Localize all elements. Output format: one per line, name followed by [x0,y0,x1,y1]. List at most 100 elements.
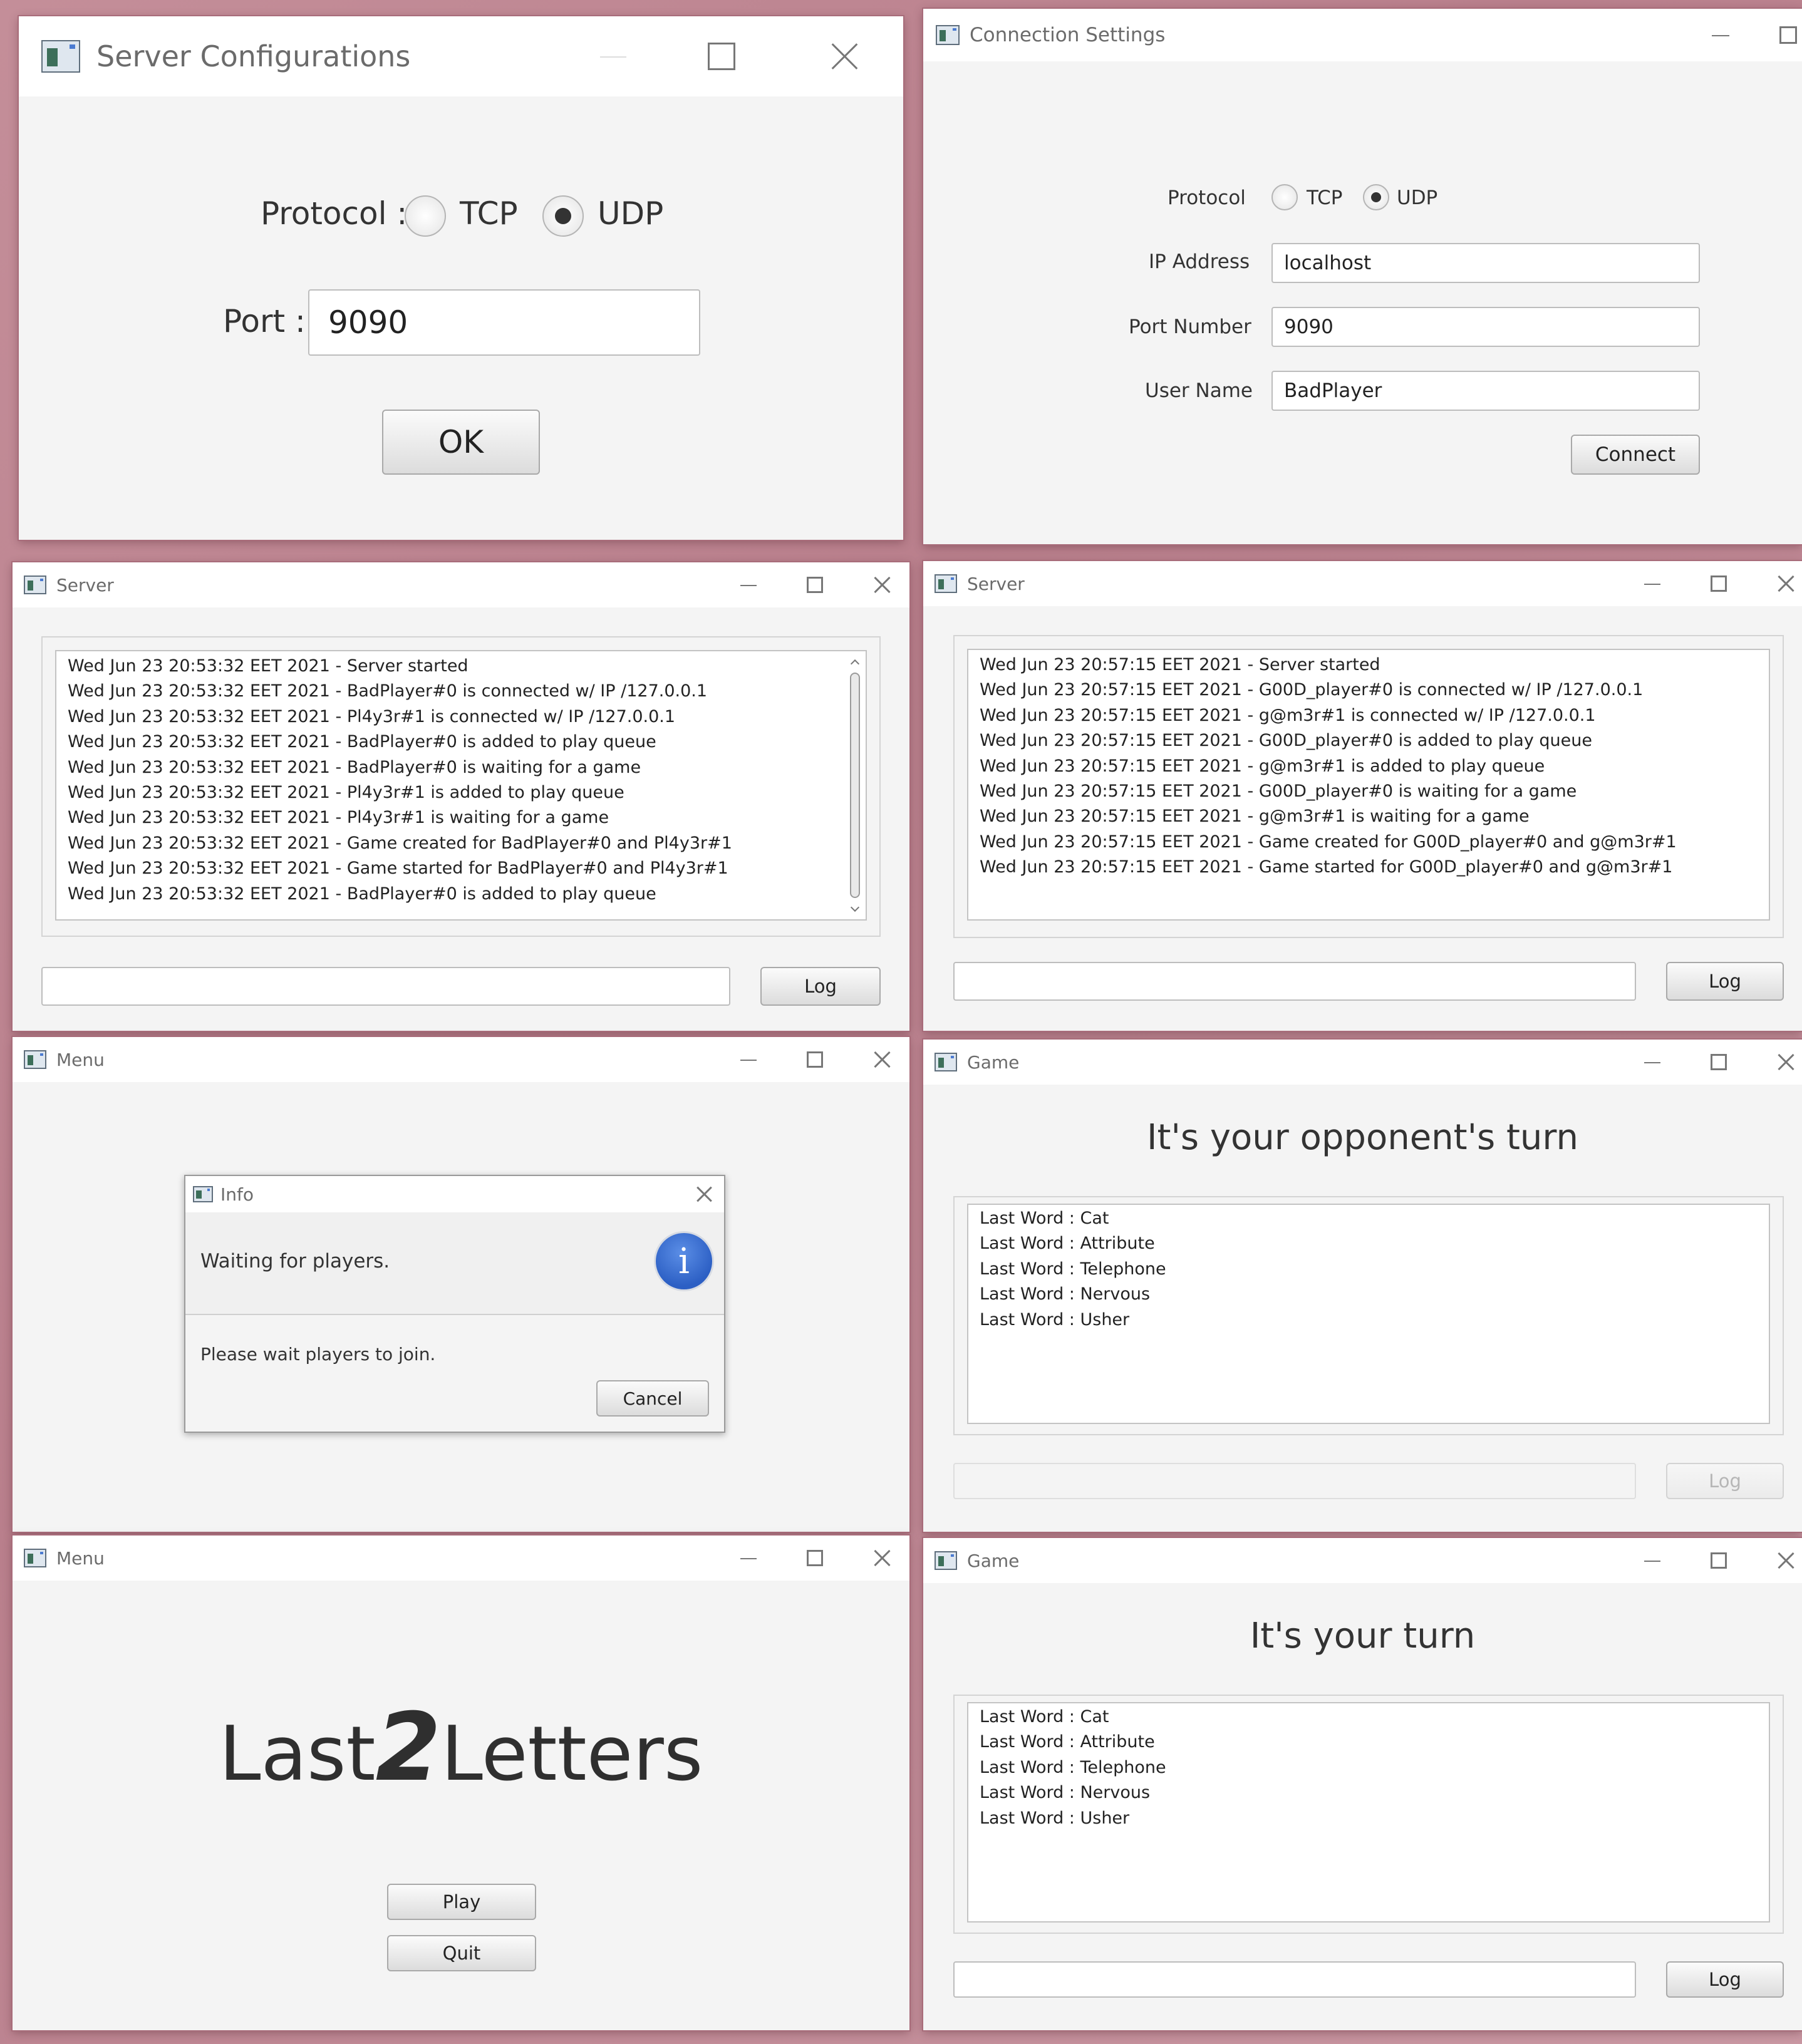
title-bar: Menu [13,1536,909,1581]
dialog-message: Please wait players to join. [200,1344,436,1365]
quit-button[interactable]: Quit [387,1935,536,1971]
word-row: Last Word : Usher [980,1309,1130,1329]
menu-main-window: Menu Last2Letters Play Quit [13,1536,909,2030]
title-bar: Menu [13,1037,909,1082]
close-icon[interactable] [1777,1051,1794,1073]
window-content: Protocol TCP UDP IP Address localhost Po… [923,61,1802,544]
log-button[interactable]: Log [1666,962,1784,1001]
tcp-label[interactable]: TCP [1307,187,1342,209]
logo-text-2: 2 [375,1693,441,1802]
minimize-icon[interactable] [1644,1054,1660,1070]
menu-waiting-window: Menu Info Waiting for players. i Please … [13,1037,909,1532]
protocol-label: Protocol : [261,195,408,232]
app-icon [936,25,960,45]
ip-address-label: IP Address [1149,250,1250,273]
port-input[interactable]: 9090 [308,289,700,356]
maximize-icon[interactable] [708,43,735,70]
close-icon[interactable] [1777,1550,1794,1571]
scroll-down-icon[interactable] [851,904,859,913]
udp-label[interactable]: UDP [1397,187,1437,209]
maximize-icon[interactable] [807,577,823,593]
close-icon[interactable] [873,1547,891,1569]
minimize-icon[interactable] [1712,26,1729,44]
app-icon [935,1053,957,1071]
close-icon[interactable] [873,574,891,596]
maximize-icon[interactable] [807,1550,823,1566]
cancel-button[interactable]: Cancel [596,1380,709,1417]
port-number-input[interactable]: 9090 [1271,307,1700,347]
log-button[interactable]: Log [1666,1961,1784,1998]
close-icon[interactable] [829,39,859,74]
minimize-icon[interactable] [740,1550,757,1566]
title-bar: Server [13,562,909,607]
scroll-up-icon[interactable] [851,658,859,666]
info-dialog: Info Waiting for players. i Please wait … [184,1175,725,1433]
word-input[interactable] [953,1961,1636,1998]
log-input[interactable] [41,967,730,1006]
user-name-input[interactable]: BadPlayer [1271,371,1700,411]
close-icon[interactable] [696,1184,712,1204]
maximize-icon[interactable] [807,1051,823,1068]
game-yours-window: Game It's your turn Last Word : Cat Last … [923,1538,1802,2030]
ok-button[interactable]: OK [382,410,540,475]
udp-radio[interactable] [542,195,584,237]
connect-button[interactable]: Connect [1571,435,1700,475]
words-list[interactable]: Last Word : Cat Last Word : Attribute Last… [967,1702,1770,1923]
tcp-label[interactable]: TCP [460,195,518,232]
log-panel: Wed Jun 23 20:57:15 EET 2021 - Server st… [953,635,1784,938]
ip-address-input[interactable]: localhost [1271,243,1700,283]
window-content: Last2Letters Play Quit [13,1581,909,2030]
window-content: It's your turn Last Word : Cat Last Word … [923,1583,1802,2030]
port-label: Port : [223,303,306,339]
log-button[interactable]: Log [760,967,881,1006]
udp-radio[interactable] [1363,184,1389,210]
app-icon [935,574,957,593]
title-bar: Server [923,561,1802,606]
title-bar: Server Configurations [19,16,903,96]
maximize-icon[interactable] [1711,576,1727,592]
scroll-thumb[interactable] [850,673,860,898]
word-input[interactable] [953,1463,1636,1499]
log-list[interactable]: Wed Jun 23 20:57:15 EET 2021 - Server st… [967,649,1770,921]
minimize-icon[interactable] [740,1051,757,1068]
game-opponent-window: Game It's your opponent's turn Last Word… [923,1040,1802,1532]
vertical-scrollbar[interactable] [848,655,862,916]
app-icon [24,576,46,594]
udp-label[interactable]: UDP [598,195,663,232]
title-bar: Connection Settings [923,9,1802,61]
close-icon[interactable] [873,1049,891,1070]
word-row: Last Word : Telephone [980,1259,1166,1279]
log-row: Wed Jun 23 20:57:15 EET 2021 - G00D_play… [980,680,1644,700]
log-row: Wed Jun 23 20:53:32 EET 2021 - BadPlayer… [68,732,656,752]
dialog-header: Waiting for players. i [185,1212,724,1315]
log-list[interactable]: Wed Jun 23 20:53:32 EET 2021 - Server st… [55,650,867,921]
server-log-window-2: Server Wed Jun 23 20:57:15 EET 2021 - Se… [923,561,1802,1031]
words-list[interactable]: Last Word : Cat Last Word : Attribute Last… [967,1204,1770,1424]
close-icon[interactable] [1777,573,1794,594]
log-row: Wed Jun 23 20:57:15 EET 2021 - G00D_play… [980,731,1592,751]
log-row: Wed Jun 23 20:57:15 EET 2021 - g@m3r#1 i… [980,705,1596,725]
window-title: Server Configurations [96,39,411,73]
maximize-icon[interactable] [1711,1054,1727,1070]
dialog-title-bar: Info [185,1176,724,1212]
log-button[interactable]: Log [1666,1463,1784,1499]
maximize-icon[interactable] [1711,1552,1727,1569]
minimize-icon[interactable] [600,44,626,69]
play-button[interactable]: Play [387,1884,536,1920]
window-title: Menu [56,1049,105,1070]
log-panel: Wed Jun 23 20:53:32 EET 2021 - Server st… [41,636,881,937]
app-icon [24,1549,46,1567]
minimize-icon[interactable] [1644,576,1660,592]
maximize-icon[interactable] [1779,26,1797,44]
window-title: Menu [56,1547,105,1569]
log-row: Wed Jun 23 20:57:15 EET 2021 - Server st… [980,655,1380,674]
log-row: Wed Jun 23 20:53:32 EET 2021 - BadPlayer… [68,757,641,777]
log-input[interactable] [953,962,1636,1001]
server-log-window-1: Server Wed Jun 23 20:53:32 EET 2021 - Se… [13,562,909,1031]
tcp-radio[interactable] [1271,184,1298,210]
tcp-radio[interactable] [405,195,446,237]
port-number-label: Port Number [1129,316,1251,338]
minimize-icon[interactable] [740,577,757,593]
log-row: Wed Jun 23 20:53:32 EET 2021 - Server st… [68,656,469,676]
minimize-icon[interactable] [1644,1552,1660,1569]
